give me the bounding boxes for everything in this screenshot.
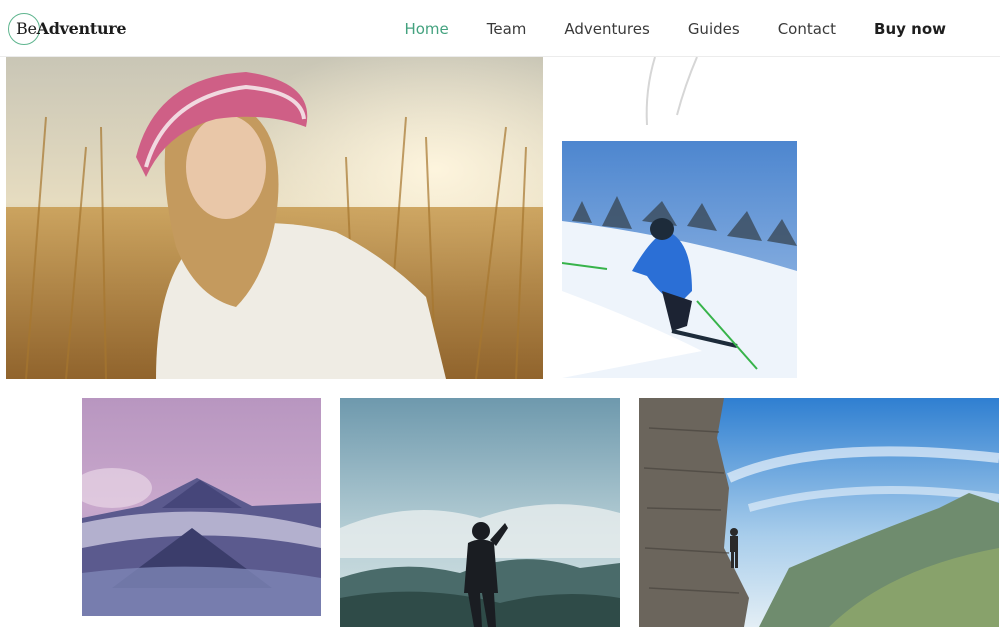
nav-contact[interactable]: Contact [778,20,836,38]
nav-adventures[interactable]: Adventures [564,20,649,38]
decorative-strokes [645,56,698,126]
logo-text: BeAdventure [16,19,127,38]
logo-name: Adventure [36,19,127,38]
logo[interactable]: BeAdventure [8,12,128,46]
site-header: BeAdventure Home Team Adventures Guides … [0,0,1000,57]
buy-now-button[interactable]: Buy now [874,20,946,38]
nav-team[interactable]: Team [487,20,527,38]
photo-woman-wheat-field [6,57,543,379]
photo-volcano [82,398,321,616]
photo-hiker-ridge [340,398,620,627]
nav-home[interactable]: Home [404,20,448,38]
photo-skier [562,141,797,378]
nav-guides[interactable]: Guides [688,20,740,38]
photo-climber-cliff [639,398,999,627]
logo-prefix: Be [16,19,37,38]
main-nav: Home Team Adventures Guides Contact Buy … [404,0,946,57]
